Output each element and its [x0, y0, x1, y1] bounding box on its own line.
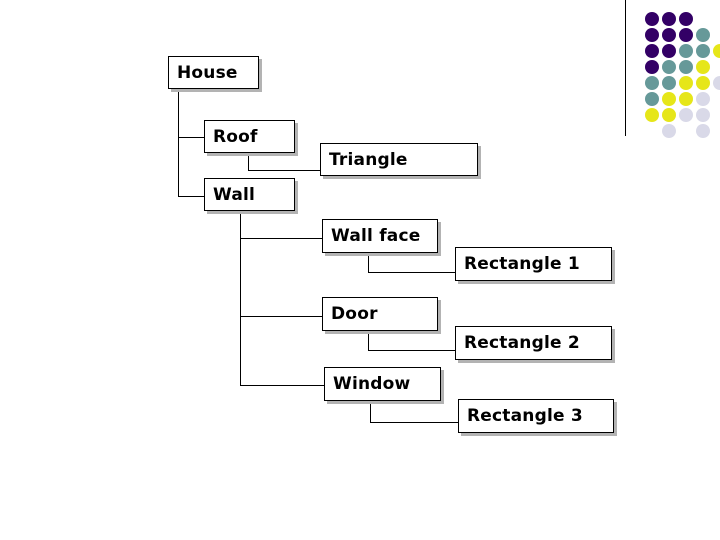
decorative-dot — [679, 108, 693, 122]
decorative-dot — [645, 92, 659, 106]
connector-door-to-rect2 — [368, 350, 456, 351]
connector-wall-to-window — [240, 385, 325, 386]
decorative-dot — [645, 28, 659, 42]
node-wallface[interactable]: Wall face — [322, 219, 438, 253]
decorative-dot — [679, 28, 693, 42]
node-label-rectangle1: Rectangle 1 — [464, 254, 580, 274]
connector-door-drop — [368, 331, 369, 351]
folded-corner-icon — [284, 142, 293, 151]
vertical-divider-rule — [625, 0, 626, 136]
connector-wallface-to-rect1 — [368, 272, 456, 273]
node-label-roof: Roof — [213, 126, 258, 147]
node-label-door: Door — [331, 304, 378, 324]
folded-corner-icon — [601, 349, 610, 358]
decorative-dot — [696, 76, 710, 90]
decorative-dot — [645, 44, 659, 58]
decorative-dot — [662, 108, 676, 122]
connector-window-to-rect3 — [370, 422, 459, 423]
decorative-dot — [696, 44, 710, 58]
node-door[interactable]: Door — [322, 297, 438, 331]
folded-corner-icon — [467, 165, 476, 174]
decorative-dot — [662, 92, 676, 106]
connector-house-to-roof — [178, 137, 205, 138]
node-label-rectangle3: Rectangle 3 — [467, 406, 583, 426]
node-triangle[interactable]: Triangle — [320, 143, 478, 176]
decorative-dot — [662, 60, 676, 74]
connector-wallface-drop — [368, 253, 369, 273]
node-window[interactable]: Window — [324, 367, 441, 401]
node-rectangle1[interactable]: Rectangle 1 — [455, 247, 612, 281]
folded-corner-icon — [427, 320, 436, 329]
node-wall[interactable]: Wall — [204, 178, 295, 211]
decorative-dot — [645, 76, 659, 90]
decorative-dot — [662, 12, 676, 26]
node-label-window: Window — [333, 374, 411, 394]
folded-corner-icon — [284, 200, 293, 209]
decorative-dot — [713, 76, 720, 90]
decorative-dot — [679, 92, 693, 106]
decorative-dot — [713, 44, 720, 58]
node-label-triangle: Triangle — [329, 149, 408, 170]
node-label-rectangle2: Rectangle 2 — [464, 333, 580, 353]
decorative-dot — [645, 108, 659, 122]
slide-canvas: House Roof Triangle Wall Wall face Rectangle … — [0, 0, 720, 540]
decorative-dot — [662, 124, 676, 138]
node-label-house: House — [177, 62, 238, 83]
decorative-dot — [645, 60, 659, 74]
decorative-dot — [696, 92, 710, 106]
connector-house-to-wall — [178, 196, 205, 197]
decorative-dot — [679, 44, 693, 58]
node-rectangle2[interactable]: Rectangle 2 — [455, 326, 612, 360]
connector-window-drop — [370, 401, 371, 423]
folded-corner-icon — [427, 242, 436, 251]
folded-corner-icon — [430, 390, 439, 399]
decorative-dot — [679, 12, 693, 26]
decorative-dot — [696, 60, 710, 74]
folded-corner-icon — [603, 422, 612, 431]
connector-wall-to-door — [240, 316, 323, 317]
decorative-dot — [662, 44, 676, 58]
decorative-dot — [696, 108, 710, 122]
connector-house-trunk — [178, 89, 179, 197]
connector-roof-drop — [248, 153, 249, 171]
connector-roof-to-triangle — [248, 170, 321, 171]
connector-wall-to-wallface — [240, 238, 323, 239]
decorative-dot-grid — [645, 12, 720, 138]
node-label-wallface: Wall face — [331, 226, 421, 246]
node-rectangle3[interactable]: Rectangle 3 — [458, 399, 614, 433]
decorative-dot — [645, 12, 659, 26]
decorative-dot — [662, 76, 676, 90]
node-roof[interactable]: Roof — [204, 120, 295, 153]
node-house[interactable]: House — [168, 56, 259, 89]
node-label-wall: Wall — [213, 184, 256, 205]
decorative-dot — [696, 28, 710, 42]
decorative-dot — [662, 28, 676, 42]
decorative-dot — [679, 60, 693, 74]
decorative-dot — [679, 76, 693, 90]
folded-corner-icon — [601, 270, 610, 279]
decorative-dot — [696, 124, 710, 138]
folded-corner-icon — [248, 78, 257, 87]
